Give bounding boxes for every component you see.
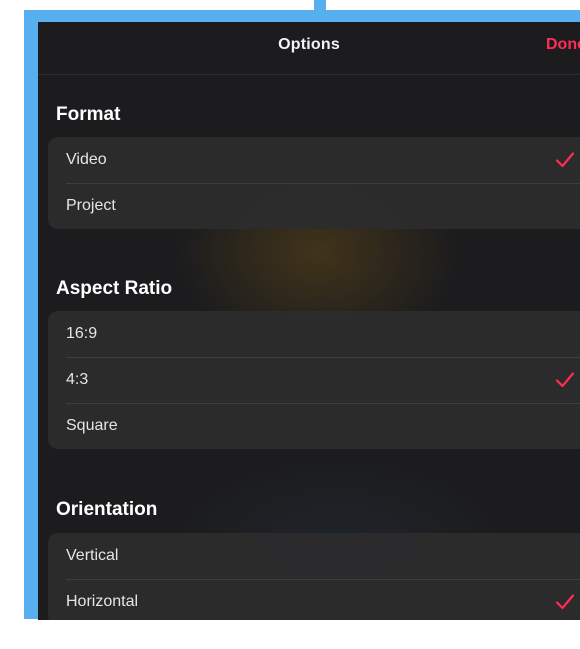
option-row-square[interactable]: Square <box>48 403 580 449</box>
section-title-aspect-ratio: Aspect Ratio <box>56 278 173 299</box>
option-label: Video <box>66 151 107 168</box>
option-row-vertical[interactable]: Vertical <box>48 533 580 579</box>
navigation-bar: Options Done <box>38 22 580 75</box>
option-row-horizontal[interactable]: Horizontal <box>48 579 580 620</box>
orientation-options-group: Vertical Horizontal <box>48 533 580 620</box>
option-label: Horizontal <box>66 593 139 610</box>
checkmark-icon <box>555 371 575 389</box>
option-label: Vertical <box>66 547 119 564</box>
aspect-ratio-options-group: 16:9 4:3 Square <box>48 311 580 449</box>
option-label: Square <box>66 417 118 434</box>
option-label: 4:3 <box>66 371 89 388</box>
option-row-project[interactable]: Project <box>48 183 580 229</box>
option-label: Project <box>66 197 116 214</box>
checkmark-icon <box>555 151 575 169</box>
option-label: 16:9 <box>66 325 98 342</box>
option-row-4-3[interactable]: 4:3 <box>48 357 580 403</box>
section-title-format: Format <box>56 104 121 125</box>
page-title: Options <box>278 36 340 53</box>
done-button[interactable]: Done <box>546 36 580 54</box>
option-row-video[interactable]: Video <box>48 137 580 183</box>
options-sheet: Options Done Format Video Project Aspect… <box>38 22 580 620</box>
option-row-16-9[interactable]: 16:9 <box>48 311 580 357</box>
frame-notch <box>314 0 326 10</box>
format-options-group: Video Project <box>48 137 580 229</box>
checkmark-icon <box>555 593 575 611</box>
section-title-orientation: Orientation <box>56 499 158 520</box>
